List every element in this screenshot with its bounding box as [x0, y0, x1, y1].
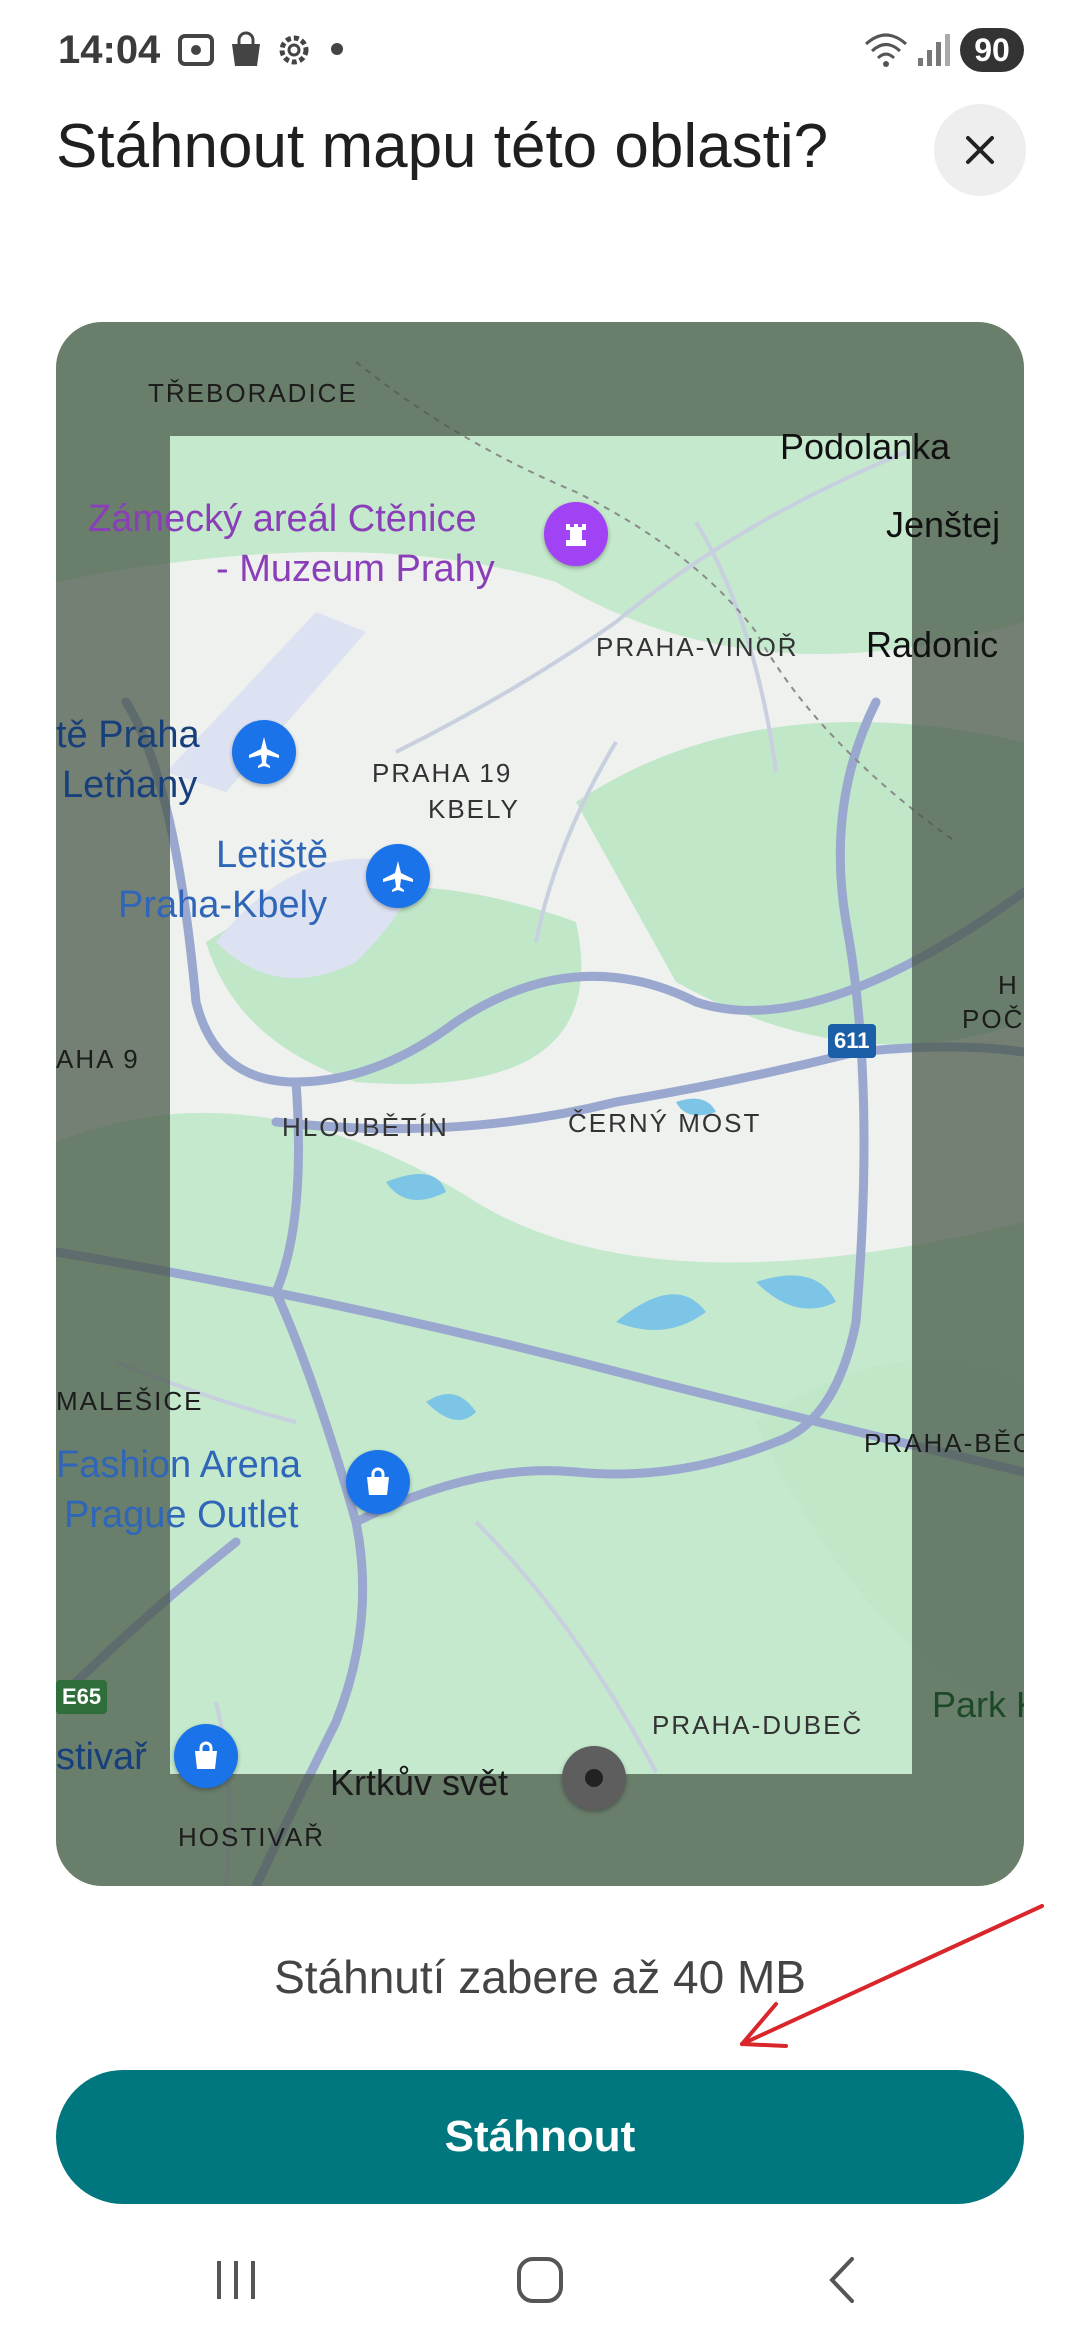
label-ctenice-line1: Zámecký areál Ctěnice: [88, 498, 477, 540]
shopping-pin[interactable]: [346, 1450, 410, 1514]
airplane-icon: [249, 737, 279, 768]
dialog-title: Stáhnout mapu této oblasti?: [56, 112, 829, 181]
system-nav-bar: [0, 2220, 1080, 2340]
map-preview[interactable]: TŘEBORADICE Podolanka Jenštej Zámecký ar…: [56, 322, 1024, 1886]
signal-icon: [918, 34, 950, 66]
recents-icon: [217, 2261, 255, 2299]
museum-pin[interactable]: [544, 502, 608, 566]
airport-letnany-pin[interactable]: [232, 720, 296, 784]
home-button[interactable]: [490, 2250, 590, 2310]
close-icon: [966, 136, 994, 164]
shopping-bag-icon: [232, 31, 260, 66]
recents-button[interactable]: [186, 2250, 286, 2310]
label-cerny-most: ČERNÝ MOST: [568, 1108, 762, 1138]
status-time: 14:04: [58, 28, 161, 72]
label-poc-line2: POČ: [962, 1004, 1024, 1034]
shopping-bag-icon: [367, 1467, 389, 1495]
screenshot-icon: [178, 34, 214, 66]
download-size-note: Stáhnutí zabere až 40 MB: [274, 1951, 806, 2003]
airport-kbely-pin[interactable]: [366, 844, 430, 908]
label-park: Park Ko: [932, 1684, 1024, 1725]
label-podolanka: Podolanka: [780, 426, 951, 467]
label-kbely: KBELY: [428, 794, 520, 824]
label-praha19: PRAHA 19: [372, 758, 513, 788]
label-praha-bechovice: PRAHA-BĚC: [864, 1428, 1024, 1458]
shopping-bag-icon: [195, 1741, 217, 1769]
label-letnany-line1: tě Praha: [56, 714, 200, 756]
place-pin[interactable]: [562, 1746, 626, 1810]
label-krtkuv-svet: Krtkův svět: [330, 1762, 509, 1803]
back-button[interactable]: [792, 2250, 892, 2310]
label-praha-vinor: PRAHA-VINOŘ: [596, 632, 799, 662]
label-fashion-line2: Prague Outlet: [64, 1494, 299, 1536]
battery-indicator: 90: [960, 28, 1024, 72]
back-icon: [829, 2257, 854, 2303]
settings-icon: [279, 35, 309, 65]
label-praha-dubec: PRAHA-DUBEČ: [652, 1710, 864, 1740]
route-611-shield: 611: [828, 1024, 876, 1058]
label-hloubetin: HLOUBĚTÍN: [282, 1112, 449, 1142]
home-icon: [517, 2257, 563, 2303]
castle-icon: [566, 524, 586, 546]
label-kbely-airport-line1: Letiště: [216, 834, 328, 876]
label-treboradice: TŘEBORADICE: [148, 378, 358, 408]
airplane-icon: [383, 861, 413, 892]
label-radonice: Radonic: [866, 624, 999, 665]
status-bar: 14:04 90: [0, 0, 1080, 100]
map-background: [56, 322, 1024, 1886]
label-malesice: MALEŠICE: [56, 1386, 204, 1416]
label-praha9: AHA 9: [56, 1044, 140, 1074]
label-poc-line1: H: [998, 970, 1019, 1000]
label-hostivar: HOSTIVAŘ: [178, 1822, 325, 1852]
close-button[interactable]: [934, 104, 1026, 196]
dot-icon: [331, 43, 343, 55]
route-e65-shield: E65: [56, 1680, 108, 1714]
label-kbely-airport-line2: Praha-Kbely: [118, 884, 328, 926]
label-jenstejn: Jenštej: [886, 504, 1001, 545]
label-ctenice-line2: - Muzeum Prahy: [216, 548, 495, 590]
label-hostivar-poi: stivař: [56, 1736, 147, 1778]
shopping-pin-hostivar[interactable]: [174, 1724, 238, 1788]
label-fashion-line1: Fashion Arena: [56, 1444, 302, 1486]
location-dot-icon: [585, 1769, 603, 1787]
wifi-icon: [864, 33, 908, 67]
download-button[interactable]: Stáhnout: [56, 2070, 1024, 2204]
label-letnany-line2: Letňany: [62, 764, 198, 806]
